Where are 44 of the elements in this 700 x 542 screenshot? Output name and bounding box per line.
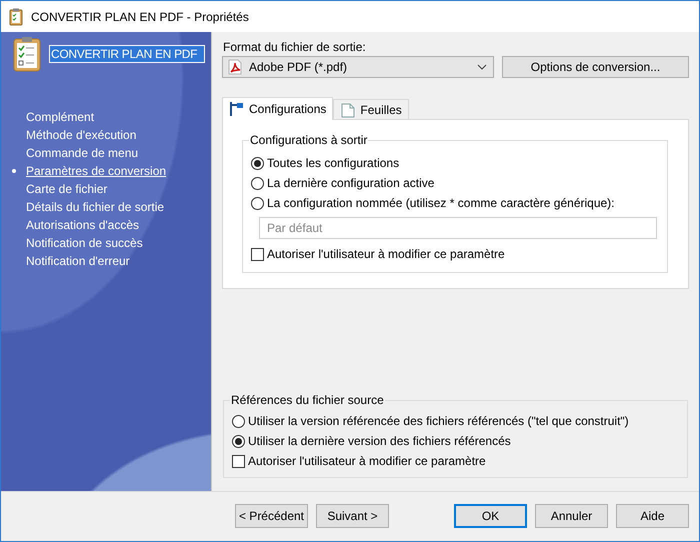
chevron-down-icon [477,64,487,70]
format-label: Format du fichier de sortie: [223,40,367,54]
checkbox[interactable] [232,454,245,468]
nav-link[interactable]: Détails du fichier de sortie [26,200,164,214]
window-title: CONVERTIR PLAN EN PDF - Propriétés [31,10,249,24]
name-field[interactable]: CONVERTIR PLAN EN PDF [49,45,205,63]
radio-label: Utiliser la dernière version des fichiers référencés [248,434,511,448]
nav-link[interactable]: Commande de menu [26,146,138,160]
checkbox-label: Autoriser l'utilisateur à modifier ce paramètre [248,454,486,468]
nav-link[interactable]: Notification d'erreur [26,254,130,268]
configuration-name-field[interactable]: Par défaut [259,217,657,239]
tab[interactable]: Configurations [222,97,334,120]
radio-label: La dernière configuration active [267,176,434,190]
nav-link[interactable]: Carte de fichier [26,182,108,196]
radio-label: Toutes les configurations [267,156,400,170]
dialog-button[interactable]: Suivant > [316,504,389,528]
checkbox-label: Autoriser l'utilisateur à modifier ce paramètre [267,247,505,261]
radio-label: La configuration nommée (utilisez * comme caractère générique): [267,196,615,210]
nav-link[interactable]: Notification de succès [26,236,143,250]
dialog-button[interactable]: OK [454,504,527,528]
pdf-icon [227,59,243,75]
dialog-button[interactable]: < Précédent [235,504,308,528]
group-title: Configurations à sortir [249,133,368,147]
checkbox[interactable] [251,248,264,260]
dialog-button[interactable]: Annuler [535,504,608,528]
radio-button[interactable] [251,156,264,170]
dialog-button[interactable]: Aide [616,504,689,528]
radio-button[interactable] [251,176,264,190]
nav-link[interactable]: Autorisations d'accès [26,218,140,232]
nav-link[interactable]: Complément [26,110,94,124]
radio-button[interactable] [232,434,245,448]
options-button[interactable]: Options de conversion... [502,56,689,78]
clipboard-icon [9,8,23,26]
bullet-icon [12,169,16,173]
clipboard-icon [13,36,41,72]
group-title: Références du fichier source [230,393,385,407]
nav-link[interactable]: Paramètres de conversion [26,164,166,178]
format-dropdown[interactable]: Adobe PDF (*.pdf) [222,56,494,78]
configuration-icon [229,101,245,117]
radio-button[interactable] [251,196,264,210]
radio-label: Utiliser la version référencée des fichiers référencés ("tel que construit") [248,414,629,428]
radio-button[interactable] [232,414,245,428]
tab[interactable]: Feuilles [333,99,409,119]
nav-link[interactable]: Méthode d'exécution [26,128,136,142]
